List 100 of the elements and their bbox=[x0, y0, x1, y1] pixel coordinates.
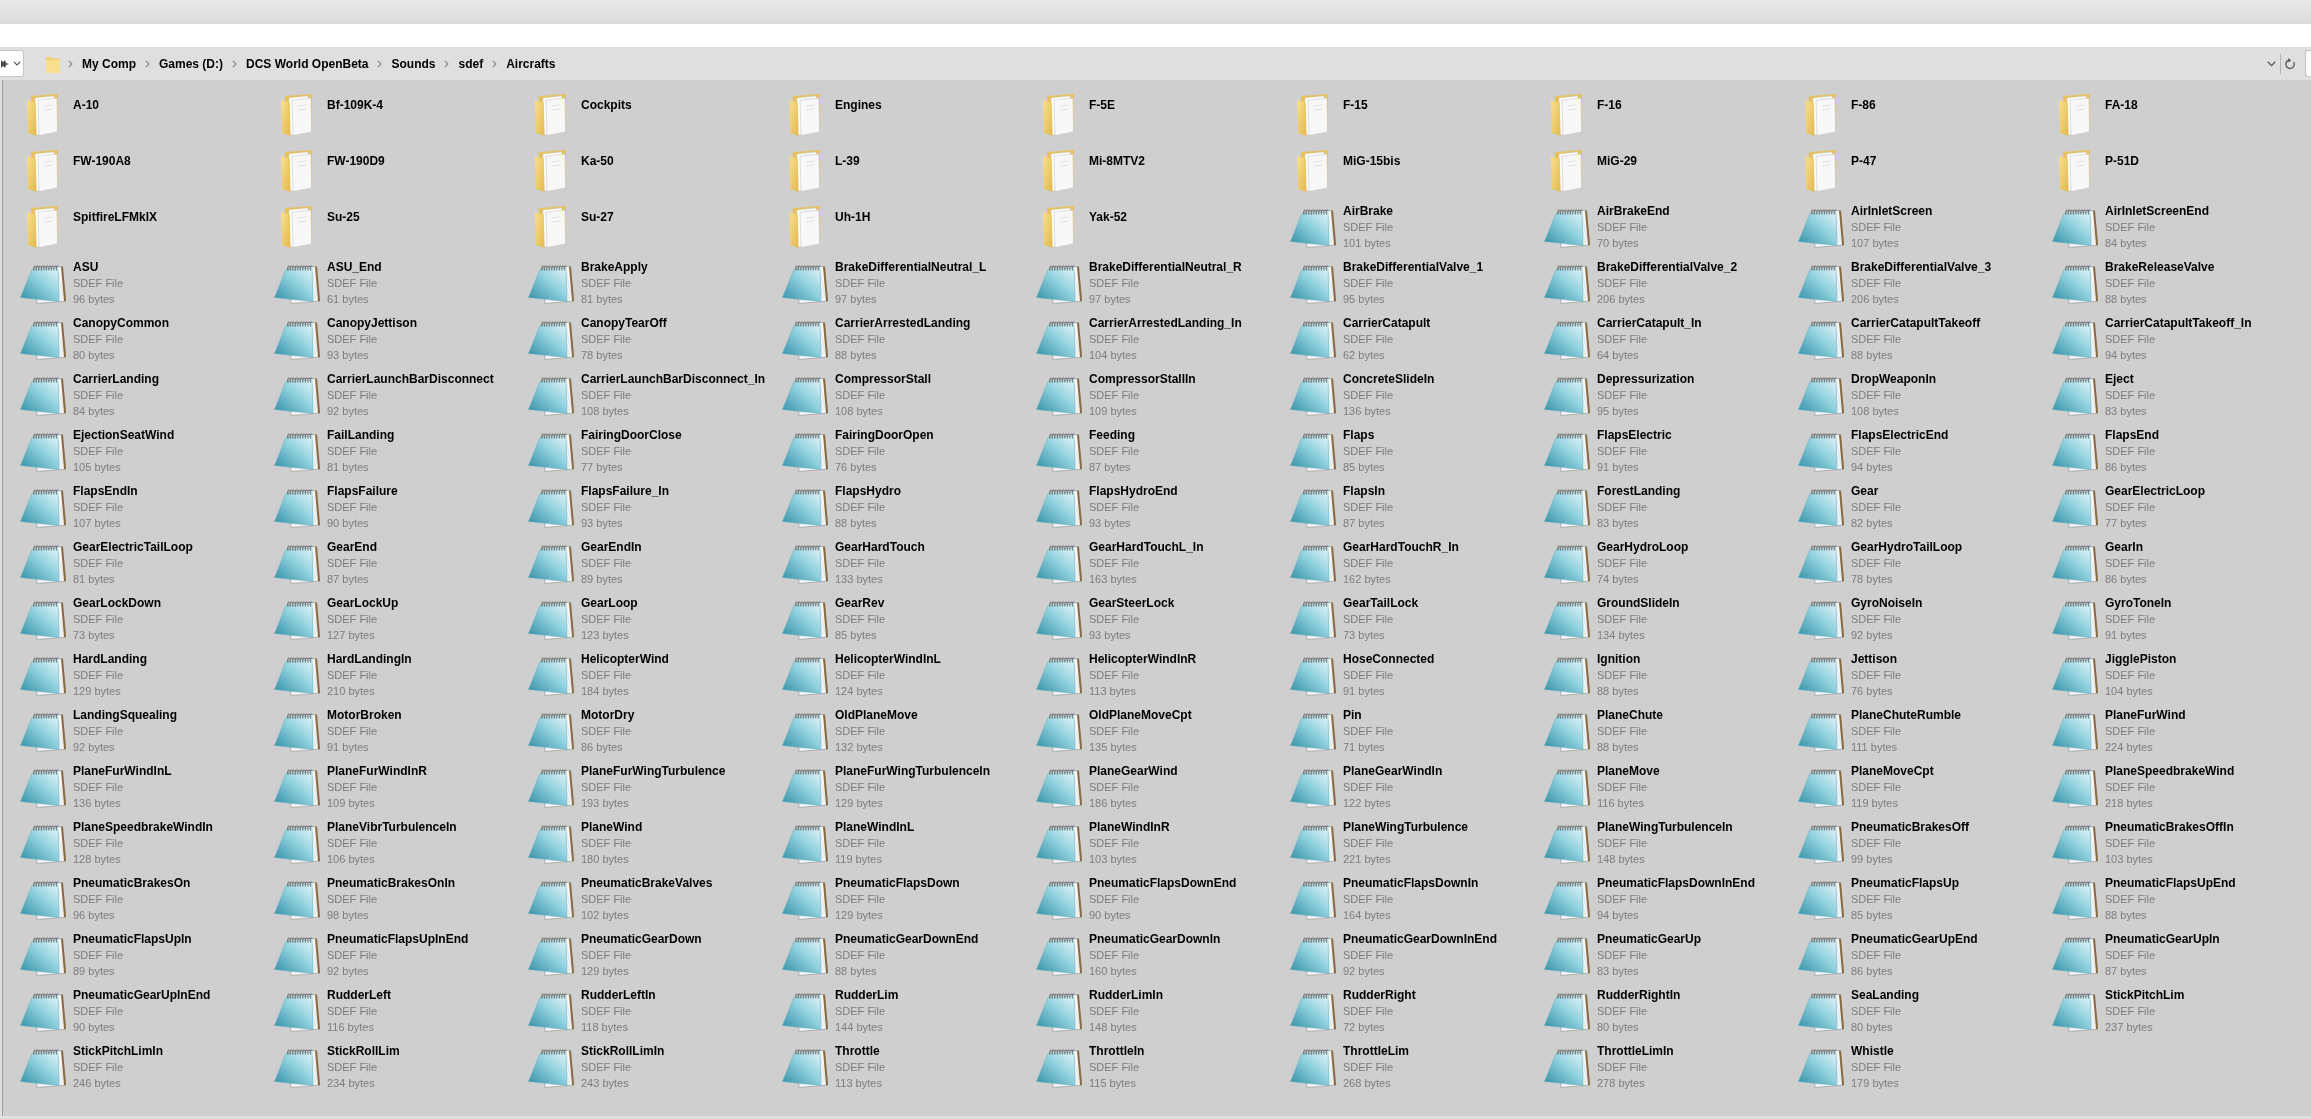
notepad-icon[interactable] bbox=[1290, 486, 1336, 528]
notepad-icon[interactable] bbox=[1290, 598, 1336, 640]
notepad-icon[interactable] bbox=[1036, 934, 1082, 976]
file-name[interactable]: PlaneVibrTurbulenceIn bbox=[327, 819, 457, 835]
file-name[interactable]: ForestLanding bbox=[1597, 483, 1681, 499]
notepad-icon[interactable] bbox=[1290, 430, 1336, 472]
file-name[interactable]: PlaneSpeedbrakeWindIn bbox=[73, 819, 213, 835]
file-name[interactable]: CompressorStall bbox=[835, 371, 932, 387]
file-name[interactable]: JigglePiston bbox=[2105, 651, 2177, 667]
file-name[interactable]: CompressorStallIn bbox=[1089, 371, 1196, 387]
file-name[interactable]: MotorBroken bbox=[327, 707, 402, 723]
file-name[interactable]: GearElectricLoop bbox=[2105, 483, 2206, 499]
file-name[interactable]: RudderRightIn bbox=[1597, 987, 1681, 1003]
notepad-icon[interactable] bbox=[528, 822, 574, 864]
breadcrumb-item[interactable]: My Comp bbox=[82, 55, 136, 72]
file-name[interactable]: CarrierCatapultTakeoff bbox=[1851, 315, 1981, 331]
notepad-icon[interactable] bbox=[20, 318, 66, 360]
notepad-icon[interactable] bbox=[2052, 710, 2098, 752]
file-name[interactable]: Pin bbox=[1343, 707, 1362, 723]
notepad-icon[interactable] bbox=[274, 654, 320, 696]
file-name[interactable]: PlaneGearWind bbox=[1089, 763, 1178, 779]
notepad-icon[interactable] bbox=[2052, 486, 2098, 528]
notepad-icon[interactable] bbox=[528, 318, 574, 360]
notepad-icon[interactable] bbox=[1544, 206, 1590, 248]
file-name[interactable]: AirBrake bbox=[1343, 203, 1394, 219]
notepad-icon[interactable] bbox=[1290, 878, 1336, 920]
file-name[interactable]: PneumaticGearUpIn bbox=[2105, 931, 2220, 947]
folder-name[interactable]: Mi-8MTV2 bbox=[1089, 143, 1145, 169]
file-name[interactable]: SeaLanding bbox=[1851, 987, 1919, 1003]
notepad-icon[interactable] bbox=[1798, 318, 1844, 360]
notepad-icon[interactable] bbox=[2052, 206, 2098, 248]
notepad-icon[interactable] bbox=[528, 598, 574, 640]
notepad-icon[interactable] bbox=[20, 822, 66, 864]
file-name[interactable]: PneumaticGearUp bbox=[1597, 931, 1702, 947]
file-name[interactable]: GearHardTouch bbox=[835, 539, 925, 555]
notepad-icon[interactable] bbox=[1544, 374, 1590, 416]
folder-name[interactable]: FW-190D9 bbox=[327, 143, 385, 169]
notepad-icon[interactable] bbox=[274, 710, 320, 752]
notepad-icon[interactable] bbox=[782, 710, 828, 752]
folder-name[interactable]: Cockpits bbox=[581, 87, 632, 113]
file-name[interactable]: PlaneChute bbox=[1597, 707, 1663, 723]
notepad-icon[interactable] bbox=[782, 318, 828, 360]
file-name[interactable]: PneumaticGearDownEnd bbox=[835, 931, 979, 947]
file-name[interactable]: CarrierArrestedLanding_In bbox=[1089, 315, 1242, 331]
notepad-icon[interactable] bbox=[20, 710, 66, 752]
folder-name[interactable]: P-51D bbox=[2105, 143, 2139, 169]
file-name[interactable]: Ignition bbox=[1597, 651, 1641, 667]
notepad-icon[interactable] bbox=[274, 318, 320, 360]
file-name[interactable]: RudderLeft bbox=[327, 987, 391, 1003]
file-name[interactable]: PneumaticGearDownIn bbox=[1089, 931, 1221, 947]
file-name[interactable]: HelicopterWindInL bbox=[835, 651, 941, 667]
notepad-icon[interactable] bbox=[1036, 990, 1082, 1032]
folder-name[interactable]: MiG-15bis bbox=[1343, 143, 1401, 169]
notepad-icon[interactable] bbox=[274, 990, 320, 1032]
file-name[interactable]: PlaneFurWingTurbulence bbox=[581, 763, 726, 779]
file-name[interactable]: Eject bbox=[2105, 371, 2134, 387]
file-name[interactable]: GearLockUp bbox=[327, 595, 399, 611]
folder-name[interactable]: FW-190A8 bbox=[73, 143, 131, 169]
notepad-icon[interactable] bbox=[1798, 710, 1844, 752]
file-name[interactable]: AirInletScreenEnd bbox=[2105, 203, 2210, 219]
notepad-icon[interactable] bbox=[1544, 262, 1590, 304]
notepad-icon[interactable] bbox=[1036, 598, 1082, 640]
file-name[interactable]: PlaneWind bbox=[581, 819, 643, 835]
file-name[interactable]: PlaneFurWindInL bbox=[73, 763, 172, 779]
folder-name[interactable]: Ka-50 bbox=[581, 143, 614, 169]
notepad-icon[interactable] bbox=[782, 486, 828, 528]
notepad-icon[interactable] bbox=[1798, 374, 1844, 416]
notepad-icon[interactable] bbox=[528, 430, 574, 472]
file-name[interactable]: GearEnd bbox=[327, 539, 377, 555]
file-name[interactable]: HardLandingIn bbox=[327, 651, 412, 667]
file-name[interactable]: GroundSlideIn bbox=[1597, 595, 1680, 611]
file-name[interactable]: ConcreteSlideIn bbox=[1343, 371, 1435, 387]
notepad-icon[interactable] bbox=[274, 374, 320, 416]
notepad-icon[interactable] bbox=[1290, 654, 1336, 696]
file-name[interactable]: RudderLim bbox=[835, 987, 899, 1003]
file-name[interactable]: PlaneWindInR bbox=[1089, 819, 1170, 835]
notepad-icon[interactable] bbox=[1290, 766, 1336, 808]
notepad-icon[interactable] bbox=[1036, 318, 1082, 360]
file-name[interactable]: GearLockDown bbox=[73, 595, 162, 611]
file-name[interactable]: BrakeReleaseValve bbox=[2105, 259, 2215, 275]
file-name[interactable]: HelicopterWind bbox=[581, 651, 669, 667]
file-name[interactable]: OldPlaneMoveCpt bbox=[1089, 707, 1192, 723]
folder-name[interactable]: Su-25 bbox=[327, 199, 360, 225]
notepad-icon[interactable] bbox=[528, 934, 574, 976]
file-name[interactable]: PneumaticFlapsDownInEnd bbox=[1597, 875, 1755, 891]
folder-name[interactable]: A-10 bbox=[73, 87, 99, 113]
notepad-icon[interactable] bbox=[528, 990, 574, 1032]
file-name[interactable]: GyroNoiseIn bbox=[1851, 595, 1923, 611]
file-name[interactable]: GearSteerLock bbox=[1089, 595, 1175, 611]
notepad-icon[interactable] bbox=[274, 598, 320, 640]
file-name[interactable]: PlaneChuteRumble bbox=[1851, 707, 1961, 723]
file-name[interactable]: CarrierLaunchBarDisconnect bbox=[327, 371, 494, 387]
file-name[interactable]: PneumaticGearDown bbox=[581, 931, 702, 947]
file-name[interactable]: ASU_End bbox=[327, 259, 382, 275]
folder-name[interactable]: P-47 bbox=[1851, 143, 1877, 169]
file-name[interactable]: FairingDoorOpen bbox=[835, 427, 934, 443]
file-name[interactable]: FlapsIn bbox=[1343, 483, 1385, 499]
notepad-icon[interactable] bbox=[1544, 486, 1590, 528]
file-name[interactable]: HelicopterWindInR bbox=[1089, 651, 1197, 667]
notepad-icon[interactable] bbox=[1544, 598, 1590, 640]
